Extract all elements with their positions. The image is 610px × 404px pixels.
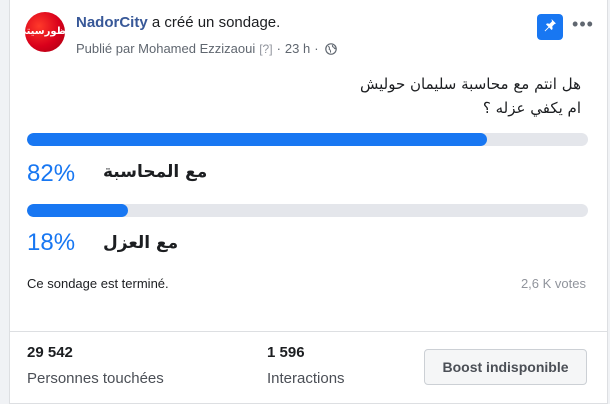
poll-option-1-label: مع المحاسبة (103, 162, 208, 182)
page-avatar[interactable]: ناظورسيتي (25, 12, 65, 52)
poll-option-1-bar (27, 133, 588, 146)
published-by[interactable]: Publié par Mohamed Ezzizaoui (76, 41, 255, 56)
page-name-link[interactable]: NadorCity (76, 14, 148, 31)
interactions-label: Interactions (267, 370, 345, 387)
poll-option-1-percent: 82% (27, 160, 76, 187)
globe-icon (324, 42, 337, 55)
more-options-button[interactable]: ••• (570, 14, 596, 34)
poll-votes[interactable]: 2,6 K votes (521, 276, 586, 291)
interactions-value: 1 596 (267, 344, 305, 361)
meta-separator: · (276, 41, 281, 56)
pin-icon (543, 18, 557, 37)
more-icon: ••• (572, 14, 594, 34)
poll-question-line-1: هل انتم مع محاسبة سليمان حوليش (360, 75, 581, 93)
pin-button[interactable] (537, 14, 563, 40)
reach-value: 29 542 (27, 344, 73, 361)
poll-option-2-label: مع العزل (103, 233, 179, 253)
help-marker[interactable]: [?] (259, 42, 272, 56)
avatar-logo-text: ناظورسيتي (25, 26, 65, 37)
poll-option-2-bar (27, 204, 588, 217)
post-meta: Publié par Mohamed Ezzizaoui [?] · 23 h … (76, 41, 337, 56)
boost-button[interactable]: Boost indisponible (424, 349, 587, 385)
stats-divider (10, 331, 607, 332)
post-time[interactable]: 23 h (285, 41, 310, 56)
reach-label: Personnes touchées (27, 370, 164, 387)
poll-question: هل انتم مع محاسبة سليمان حوليش ام يكفي ع… (181, 72, 581, 120)
meta-separator-2: · (314, 41, 319, 56)
poll-option-2-fill (27, 204, 128, 217)
poll-status: Ce sondage est terminé. (27, 276, 169, 291)
poll-question-line-2: ام يكفي عزله ؟ (482, 99, 581, 117)
poll-option-2-percent: 18% (27, 229, 76, 256)
post-action-text: a créé un sondage. (151, 14, 281, 31)
poll-post-card: ناظورسيتي NadorCity a créé un sondage. P… (9, 0, 608, 404)
post-header: NadorCity a créé un sondage. (76, 14, 280, 31)
poll-option-1-fill (27, 133, 488, 146)
